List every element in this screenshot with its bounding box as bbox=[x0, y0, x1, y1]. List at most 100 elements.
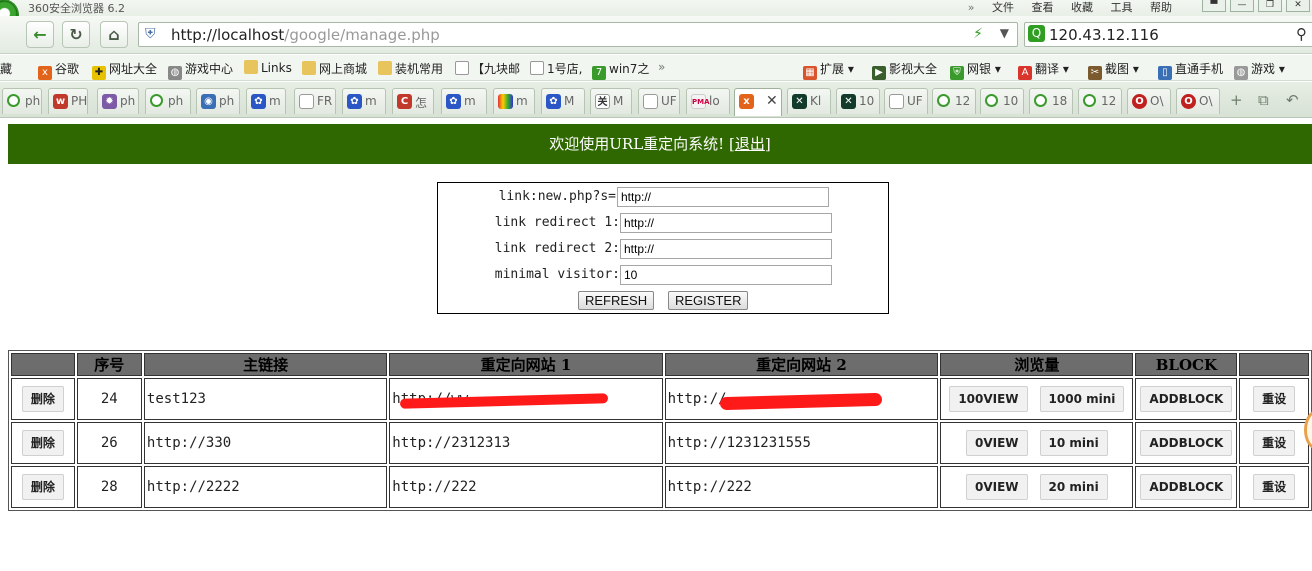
tab[interactable]: PMA lo bbox=[686, 88, 730, 114]
page-icon bbox=[530, 61, 544, 75]
redirect2-input[interactable] bbox=[620, 239, 832, 259]
tab[interactable]: O O\ bbox=[1127, 88, 1171, 114]
addblock-button[interactable]: ADDBLOCK bbox=[1140, 474, 1233, 500]
tab[interactable]: C怎 bbox=[392, 88, 434, 114]
reset-button[interactable]: 重设 bbox=[1253, 430, 1296, 456]
tab[interactable]: ✕ Kl bbox=[787, 88, 831, 114]
toolbar-extensions[interactable]: ▦ 扩展 ▾ bbox=[803, 60, 854, 80]
menu-file[interactable]: 文件 bbox=[992, 1, 1014, 14]
search-engine-icon[interactable]: Q bbox=[1028, 25, 1045, 42]
redirect2-cell: http://1231231555 bbox=[664, 422, 939, 464]
search-icon[interactable]: ⚲ bbox=[1296, 25, 1307, 43]
tab[interactable]: UF bbox=[638, 88, 680, 114]
skin-button[interactable]: ▀ bbox=[1202, 0, 1226, 12]
addblock-button[interactable]: ADDBLOCK bbox=[1140, 386, 1233, 412]
address-bar[interactable]: ⛨ http://localhost/google/manage.php ⚡ ▼ bbox=[138, 22, 1018, 47]
delete-button[interactable]: 删除 bbox=[21, 474, 64, 500]
qihoo-icon bbox=[937, 94, 950, 107]
bookmark-online-mall[interactable]: 网上商城 bbox=[302, 60, 367, 77]
view-count-button[interactable]: 0VIEW bbox=[966, 430, 1028, 456]
minimize-button[interactable]: — bbox=[1230, 0, 1254, 12]
tab[interactable]: ✕ 10 bbox=[836, 88, 880, 114]
menu-help[interactable]: 帮助 bbox=[1150, 1, 1172, 14]
bookmark-win7[interactable]: 7 win7之 bbox=[592, 60, 649, 80]
tab[interactable]: w PH bbox=[48, 88, 88, 114]
toolbar-netbank[interactable]: ⛨ 网银 ▾ bbox=[950, 60, 1001, 80]
tab[interactable]: 12 bbox=[1078, 88, 1122, 114]
tab[interactable]: ✿ m bbox=[441, 88, 487, 114]
menu-view[interactable]: 查看 bbox=[1032, 1, 1054, 14]
new-tab-icon[interactable]: + bbox=[1230, 91, 1243, 109]
view-count-button[interactable]: 0VIEW bbox=[966, 474, 1028, 500]
menu-tools[interactable]: 工具 bbox=[1111, 1, 1133, 14]
form-row-visitor: minimal visitor: bbox=[438, 263, 888, 287]
tab[interactable]: FR bbox=[294, 88, 336, 114]
redirect1-input[interactable] bbox=[620, 213, 832, 233]
toolbar-translate[interactable]: A 翻译 ▾ bbox=[1018, 60, 1069, 80]
tab[interactable]: m bbox=[493, 88, 535, 114]
speed-mode-icon[interactable]: ⚡ bbox=[973, 26, 983, 42]
bookmark-google[interactable]: x 谷歌 bbox=[38, 60, 79, 80]
toolbar-games[interactable]: ◍ 游戏 ▾ bbox=[1234, 60, 1285, 80]
tab-active[interactable]: x ✕ bbox=[734, 88, 782, 116]
bookmark-game-center[interactable]: ◍ 游戏中心 bbox=[168, 60, 233, 80]
close-window-button[interactable]: ✕ bbox=[1286, 0, 1310, 12]
reset-button[interactable]: 重设 bbox=[1253, 386, 1296, 412]
view-count-button[interactable]: 100VIEW bbox=[949, 386, 1028, 412]
register-button[interactable]: REGISTER bbox=[668, 291, 749, 310]
home-icon[interactable]: ⌂ bbox=[100, 21, 128, 48]
menu-overflow-icon[interactable]: » bbox=[968, 1, 975, 14]
refresh-button[interactable]: REFRESH bbox=[578, 291, 655, 310]
tab[interactable]: ✿ m bbox=[246, 88, 286, 114]
tab[interactable]: ph bbox=[145, 88, 191, 114]
undo-close-icon[interactable]: ↶ bbox=[1286, 91, 1299, 109]
tab[interactable]: 10 bbox=[980, 88, 1024, 114]
tab[interactable]: 关M bbox=[590, 88, 632, 114]
logout-link[interactable]: 退出 bbox=[735, 135, 765, 153]
chevron-down-icon[interactable]: ▼ bbox=[1000, 26, 1009, 40]
bracket-close: ] bbox=[764, 135, 771, 153]
tab[interactable]: ✿ m bbox=[342, 88, 386, 114]
restore-tabs-icon[interactable]: ⧉ bbox=[1258, 91, 1269, 109]
bookmark-site-directory[interactable]: ✚ 网址大全 bbox=[92, 60, 157, 80]
maximize-button[interactable]: ❐ bbox=[1258, 0, 1282, 12]
search-input[interactable]: 120.43.12.116 bbox=[1049, 26, 1159, 44]
addblock-button[interactable]: ADDBLOCK bbox=[1140, 430, 1233, 456]
delete-button[interactable]: 删除 bbox=[21, 386, 64, 412]
col-redirect1-header: 重定向网站 1 bbox=[389, 353, 663, 376]
bookmark-jiukuaiyou[interactable]: 【九块邮 bbox=[455, 60, 520, 77]
tab[interactable]: O O\ bbox=[1176, 88, 1220, 114]
menu-favorites[interactable]: 收藏 bbox=[1071, 1, 1093, 14]
tab[interactable]: ◉ ph bbox=[196, 88, 240, 114]
reset-button[interactable]: 重设 bbox=[1253, 474, 1296, 500]
tab[interactable]: 12 bbox=[932, 88, 976, 114]
bookmark-install[interactable]: 装机常用 bbox=[378, 60, 443, 77]
bookmarks-overflow-icon[interactable]: » bbox=[658, 60, 665, 74]
tab[interactable]: UF bbox=[884, 88, 928, 114]
visitor-input[interactable] bbox=[620, 265, 832, 285]
tab[interactable]: ✹ ph bbox=[97, 88, 139, 114]
reset-cell: 重设 bbox=[1239, 466, 1309, 508]
address-url[interactable]: http://localhost/google/manage.php bbox=[171, 26, 440, 44]
search-box[interactable]: Q 120.43.12.116 ⚲ bbox=[1024, 22, 1312, 47]
tab[interactable]: 18 bbox=[1029, 88, 1073, 114]
toolbar-phone[interactable]: ▯ 直通手机 bbox=[1158, 60, 1223, 80]
col-reset-header bbox=[1239, 353, 1309, 376]
mini-count-button[interactable]: 1000 mini bbox=[1039, 386, 1125, 412]
tab-close-icon[interactable]: ✕ bbox=[766, 93, 778, 109]
tab[interactable]: ✿ M bbox=[541, 88, 585, 114]
bookmark-favorites[interactable]: 藏 bbox=[0, 60, 12, 77]
back-arrow-icon[interactable]: ← bbox=[26, 21, 54, 48]
tab[interactable]: ph bbox=[2, 88, 42, 114]
refresh-icon[interactable]: ↻ bbox=[62, 21, 90, 48]
toolbar-video[interactable]: ▶ 影视大全 bbox=[872, 60, 937, 80]
form-row-redirect2: link redirect 2: bbox=[438, 237, 888, 261]
bookmark-links[interactable]: Links bbox=[244, 60, 292, 75]
link-input[interactable] bbox=[617, 187, 829, 207]
mini-count-button[interactable]: 10 mini bbox=[1039, 430, 1108, 456]
views-cell: 100VIEW 1000 mini bbox=[940, 378, 1134, 420]
bookmark-yhd[interactable]: 1号店, bbox=[530, 60, 582, 77]
mini-count-button[interactable]: 20 mini bbox=[1039, 474, 1108, 500]
delete-button[interactable]: 删除 bbox=[21, 430, 64, 456]
toolbar-screenshot[interactable]: ✂ 截图 ▾ bbox=[1088, 60, 1139, 80]
